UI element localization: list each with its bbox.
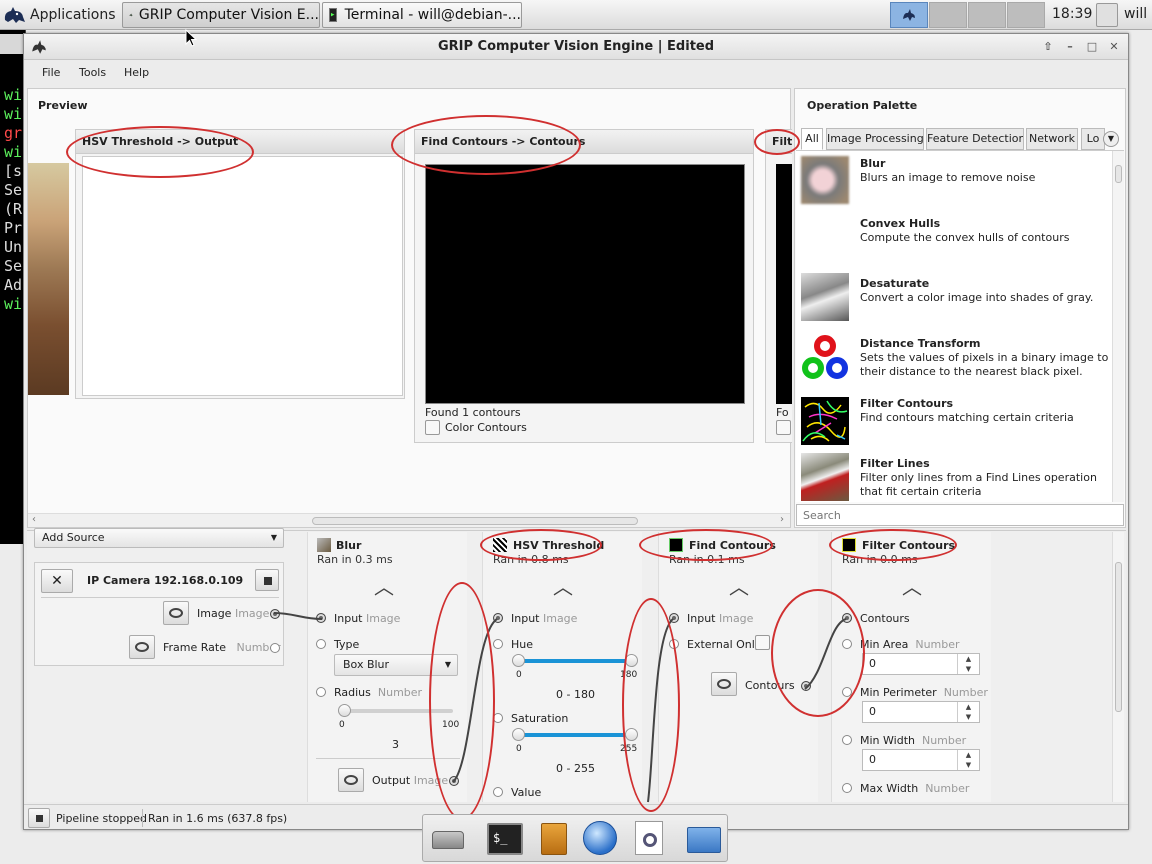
terminal-line: (R — [4, 200, 23, 218]
dock-browser-globe-icon[interactable] — [581, 821, 619, 857]
task-grip[interactable]: GRIP Computer Vision E... — [122, 2, 320, 28]
terminal-line: [s — [4, 162, 23, 180]
dock-file-cabinet-icon[interactable] — [535, 821, 573, 857]
annotation-ellipse — [639, 529, 773, 561]
terminal-line: Un — [4, 238, 23, 256]
terminal-line: Pr — [4, 219, 23, 237]
applications-menu[interactable]: Applications — [2, 2, 116, 28]
annotation-ellipse — [771, 589, 865, 717]
terminal-line: wi — [4, 143, 23, 161]
terminal-app-icon: ▸ — [329, 8, 337, 22]
applications-label: Applications — [30, 7, 116, 23]
terminal-line: wi — [4, 86, 23, 104]
dock-terminal-icon[interactable]: $_ — [485, 821, 523, 857]
dock-folder-icon[interactable] — [685, 821, 723, 857]
annotation-ellipse — [391, 115, 581, 175]
annotation-ellipse — [754, 129, 800, 155]
terminal-line: Ad — [4, 276, 23, 294]
pipeline-state: Pipeline stopped — [56, 812, 148, 825]
workspace-2[interactable] — [929, 2, 967, 28]
annotation-ellipse — [480, 529, 602, 561]
pipeline-ran-time: Ran in 1.6 ms (637.8 fps) — [148, 812, 288, 825]
pipeline-stop-button[interactable] — [28, 808, 50, 828]
terminal-line: Se — [4, 181, 23, 199]
task-terminal-label: Terminal - will@debian-... — [344, 7, 521, 23]
dock: $_ — [422, 814, 728, 862]
workspace-3[interactable] — [968, 2, 1006, 28]
annotation-ellipse — [622, 598, 680, 812]
grip-app-icon — [129, 13, 133, 17]
task-terminal[interactable]: ▸ Terminal - will@debian-... — [322, 2, 522, 28]
clock[interactable]: 18:39 — [1052, 6, 1092, 22]
terminal-line: Se — [4, 257, 23, 275]
terminal-line: wi — [4, 295, 23, 313]
mouse-logo-icon — [4, 7, 25, 23]
dock-search-icon[interactable] — [631, 821, 669, 857]
annotation-ellipse — [66, 126, 254, 178]
annotation-ellipse — [829, 529, 957, 561]
dock-show-desktop-icon[interactable] — [429, 821, 467, 857]
user-switch-icon[interactable] — [1096, 3, 1118, 27]
tray-grip-icon[interactable] — [890, 2, 928, 28]
user-name[interactable]: will — [1124, 6, 1147, 22]
stop-icon — [36, 815, 43, 822]
annotation-ellipse — [429, 582, 495, 820]
terminal-line: gr — [4, 124, 23, 142]
terminal-line: wi — [4, 105, 23, 123]
mouse-cursor-icon — [185, 29, 197, 47]
wire-source-blur — [273, 612, 323, 620]
taskbar: Applications GRIP Computer Vision E... ▸… — [0, 0, 1152, 30]
workspace-4[interactable] — [1007, 2, 1045, 28]
status-divider — [142, 809, 143, 827]
task-grip-label: GRIP Computer Vision E... — [138, 7, 319, 23]
